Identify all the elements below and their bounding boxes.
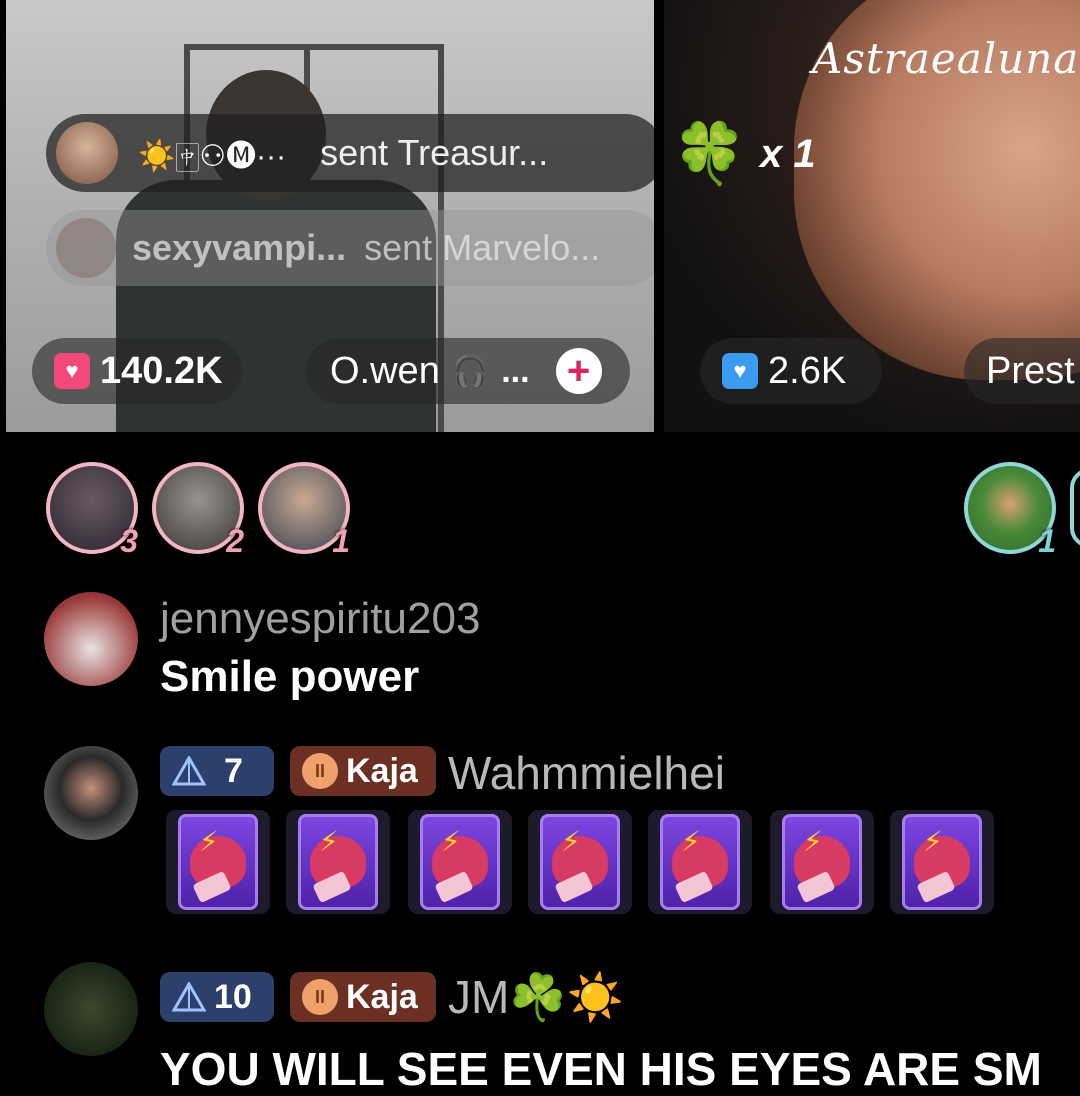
- chat-message: jennyespiritu203 Smile power: [44, 592, 1044, 701]
- triangle-level-icon: [172, 982, 206, 1012]
- boxing-glove-gift-icon: ⚡: [286, 810, 390, 914]
- top-gifter-avatar[interactable]: 1: [964, 462, 1056, 559]
- boxing-glove-gift-icon: ⚡: [648, 810, 752, 914]
- level-number: 10: [214, 977, 252, 1016]
- host-name-suffix: ...: [501, 351, 530, 390]
- chat-message: 10 II Kaja JM☘️☀️ YOU WILL SEE EVEN HIS …: [44, 962, 1080, 1095]
- host-name: O.wen: [330, 349, 440, 392]
- fan-club-name: Kaja: [346, 977, 418, 1016]
- level-badge: 7: [160, 746, 274, 796]
- gift-sender-avatar: [56, 218, 116, 278]
- gift-sender-name: sexyvampi...: [132, 227, 347, 268]
- chat-username[interactable]: Wahmmielhei: [448, 746, 725, 800]
- fan-club-badge: II Kaja: [290, 972, 436, 1022]
- gift-box-icon: ♥: [54, 353, 90, 389]
- host-name: Prest: [986, 349, 1075, 392]
- top-gifter-avatar[interactable]: 3: [46, 462, 138, 559]
- gift-multiplier: x 1: [760, 132, 816, 176]
- chat-avatar[interactable]: [44, 592, 138, 686]
- gifter-rank: 2: [226, 523, 244, 559]
- top-gifter-avatar[interactable]: 1: [258, 462, 350, 559]
- gift-action-text: sent Treasur...: [320, 132, 549, 173]
- fan-club-badge: II Kaja: [290, 746, 436, 796]
- heart-icon: II: [302, 753, 338, 789]
- chat-username[interactable]: jennyespiritu203: [160, 594, 480, 644]
- follow-button[interactable]: +: [555, 348, 602, 394]
- chat-username[interactable]: JM☘️☀️: [448, 970, 624, 1025]
- boxing-glove-gift-icon: ⚡: [770, 810, 874, 914]
- fan-club-name: Kaja: [346, 751, 418, 790]
- top-gifter-avatar-partial[interactable]: [1070, 468, 1080, 548]
- gift-count: 140.2K: [100, 349, 223, 392]
- host-pill[interactable]: O.wen 🎧 ... +: [306, 338, 630, 404]
- gifter-rank: 1: [1038, 523, 1056, 559]
- boxing-glove-gift-icon: ⚡: [528, 810, 632, 914]
- gift-count-pill[interactable]: ♥ 2.6K: [700, 338, 882, 404]
- gift-count: 2.6K: [768, 349, 847, 392]
- heart-icon: II: [302, 979, 338, 1015]
- headphones-icon: 🎧: [451, 354, 490, 388]
- chat-avatar[interactable]: [44, 746, 138, 840]
- gift-box-icon: ♥: [722, 353, 758, 389]
- chat-text: YOU WILL SEE EVEN HIS EYES ARE SM: [160, 1043, 1042, 1095]
- clover-gift-icon: 🍀: [672, 120, 747, 187]
- gift-sender-name: ☀️🀄︎⚇🅜···: [138, 140, 287, 173]
- gift-sender-avatar: [56, 122, 118, 184]
- left-stream-panel[interactable]: ☀️🀄︎⚇🅜··· sent Treasur... sexyvampi... s…: [6, 0, 654, 432]
- level-number: 7: [224, 751, 243, 790]
- gift-banner-1: ☀️🀄︎⚇🅜··· sent Treasur...: [46, 114, 654, 192]
- level-badge: 10: [160, 972, 274, 1022]
- chat-text: Smile power: [160, 652, 420, 701]
- boxing-glove-gift-icon: ⚡: [166, 810, 270, 914]
- chat-avatar[interactable]: [44, 962, 138, 1056]
- gifter-rank: 1: [332, 523, 350, 559]
- watermark: Astraealuna: [812, 34, 1080, 83]
- gifter-rank: 3: [120, 523, 138, 559]
- gift-count-pill[interactable]: ♥ 140.2K: [32, 338, 242, 404]
- gift-banner-2: sexyvampi... sent Marvelo...: [46, 210, 654, 286]
- gift-action-text: sent Marvelo...: [364, 227, 601, 268]
- triangle-level-icon: [172, 756, 206, 786]
- boxing-glove-gift-icon: ⚡: [890, 810, 994, 914]
- top-gifter-avatar[interactable]: 2: [152, 462, 244, 559]
- host-pill[interactable]: Prest: [964, 338, 1080, 404]
- boxing-glove-gift-icon: ⚡: [408, 810, 512, 914]
